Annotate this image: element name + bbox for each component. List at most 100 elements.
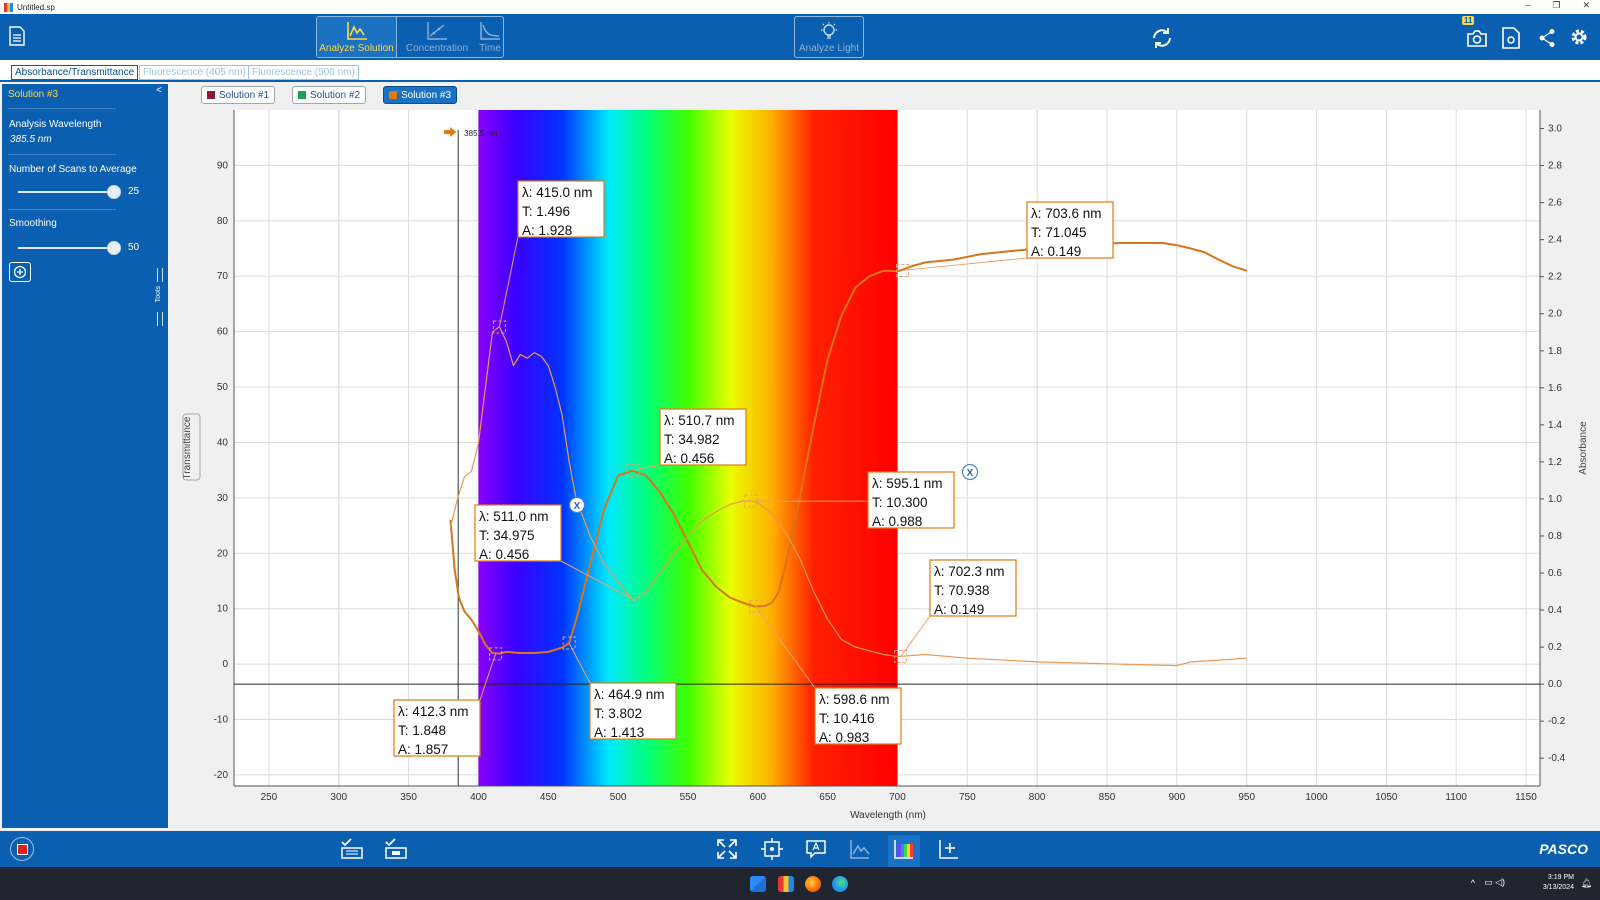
share-icon[interactable]: [1538, 28, 1556, 53]
annotation-point-marker: [489, 647, 503, 661]
fit-to-data-icon[interactable]: [716, 838, 738, 865]
x-tick-label: 1150: [1515, 792, 1537, 803]
record-icon: [16, 843, 28, 855]
annotation-text: T: 10.416: [819, 711, 875, 726]
legend-solution-3[interactable]: Solution #3: [383, 86, 458, 104]
y-right-tick-label: -0.4: [1548, 753, 1566, 764]
minimize-button[interactable]: –: [1525, 0, 1530, 11]
firefox-icon[interactable]: [805, 876, 821, 892]
legend-swatch: [389, 91, 397, 99]
x-tick-label: 1050: [1375, 792, 1398, 803]
annotation-text: T: 1.848: [398, 723, 446, 738]
y-left-tick-label: 70: [217, 271, 229, 282]
annotation-point-marker: [896, 263, 910, 277]
analyze-solution-button[interactable]: Analyze Solution: [317, 17, 397, 57]
analyze-light-button[interactable]: Analyze Light: [795, 17, 863, 57]
annotation-text: T: 34.975: [479, 528, 535, 543]
x-tick-label: 250: [261, 792, 278, 803]
export-document-icon[interactable]: [1502, 27, 1520, 54]
x-tick-label: 350: [400, 792, 417, 803]
y-right-tick-label: 1.0: [1548, 494, 1562, 505]
annotation-point-marker: [626, 593, 640, 607]
annotation-text: T: 34.982: [664, 432, 720, 447]
legend-label: Solution #1: [219, 89, 270, 101]
legend-solution-1[interactable]: Solution #1: [201, 86, 276, 104]
grid: [234, 110, 1540, 786]
series-line: [449, 326, 1247, 667]
annotation-layer: λ: 415.0 nm T: 1.496 A: 1.928 λ: 703.6 nm T:…: [393, 180, 1114, 757]
notification-bell-icon[interactable]: 🔔︎: [1581, 878, 1592, 889]
y-axis-right-label: Absorbance: [1578, 421, 1589, 475]
plot-area: [234, 110, 1540, 786]
scans-slider-thumb[interactable]: [107, 185, 121, 199]
legend-label: Solution #3: [401, 89, 452, 101]
add-coordinate-icon[interactable]: [937, 838, 959, 865]
spectrometry-app-icon[interactable]: [778, 876, 794, 892]
smoothing-slider-track[interactable]: [18, 247, 114, 249]
annotation-text: T: 71.045: [1031, 225, 1087, 240]
x-tick-label: 900: [1168, 792, 1185, 803]
annotation-text: λ: 511.0 nm: [479, 509, 549, 524]
series-layer: [449, 242, 1247, 667]
keep-sample-icon[interactable]: [340, 838, 364, 865]
camera-icon[interactable]: [1466, 28, 1488, 53]
spectrum-chart[interactable]: 250 300 350 400 450 500 550 600 650 700 750 800 850 9…: [0, 0, 1600, 830]
record-button[interactable]: [10, 837, 34, 861]
y-left-tick-label: -20: [214, 770, 229, 781]
annotation-text: A: 0.456: [664, 451, 714, 466]
y-right-tick-label: 3.0: [1548, 124, 1562, 135]
sync-icon[interactable]: [1150, 26, 1174, 55]
tab-fluorescence-405[interactable]: Fluorescence (405 nm): [139, 65, 250, 80]
concentration-button[interactable]: Concentration: [397, 17, 477, 57]
snapshot-count-badge: 11: [1462, 16, 1475, 25]
tab-fluorescence-500[interactable]: Fluorescence (500 nm): [248, 65, 359, 80]
tools-grip-bottom[interactable]: [157, 312, 163, 326]
tool-button[interactable]: [9, 262, 31, 282]
tab-absorbance-transmittance[interactable]: Absorbance/Transmittance: [11, 65, 139, 80]
y-axis-left-label-frame[interactable]: [182, 413, 201, 481]
time-button[interactable]: Time: [477, 17, 503, 57]
y-left-tick-label: 80: [217, 216, 229, 227]
annotation-leader: [755, 606, 816, 689]
y-left-tick-label: 40: [217, 437, 229, 448]
curve-fit-icon[interactable]: [849, 838, 871, 865]
x-tick-label: 400: [470, 792, 487, 803]
os-taskbar: ^ ▭ ◁) 3:19 PM 3/13/2024 🔔︎: [0, 867, 1600, 900]
annotation-box: [929, 559, 1017, 617]
document-icon[interactable]: [9, 26, 27, 48]
annotation-point-marker: [626, 463, 640, 477]
spectrum-overlay-icon[interactable]: [888, 835, 920, 868]
gear-icon[interactable]: [1569, 27, 1589, 52]
x-tick-label: 500: [610, 792, 627, 803]
smoothing-slider-thumb[interactable]: [107, 241, 121, 255]
network-volume-icon[interactable]: ▭ ◁): [1484, 877, 1505, 888]
select-region-icon[interactable]: [761, 838, 783, 865]
start-icon[interactable]: [750, 876, 766, 892]
tools-label[interactable]: Tools: [155, 286, 162, 302]
tray-chevron-icon[interactable]: ^: [1471, 878, 1475, 888]
annotation-box: [659, 408, 747, 466]
clock[interactable]: 3:19 PM 3/13/2024: [1543, 873, 1574, 893]
time-label: Time: [479, 43, 501, 54]
annotation-leader: [479, 653, 497, 701]
divider: [8, 108, 116, 109]
keep-all-icon[interactable]: [384, 838, 408, 865]
edge-icon[interactable]: [832, 876, 848, 892]
y-right-tick-label: 0.8: [1548, 531, 1562, 542]
annotation-text: A: 0.983: [819, 730, 869, 745]
legend-swatch: [207, 91, 215, 99]
collapse-sidebar-button[interactable]: <: [156, 85, 162, 96]
close-window-button[interactable]: ✕: [1582, 0, 1590, 11]
annotation-box: [393, 699, 481, 757]
tools-grip-top[interactable]: [157, 268, 163, 282]
y-right-tick-label: 0.4: [1548, 605, 1562, 616]
scans-value: 25: [128, 186, 140, 197]
restore-button[interactable]: ❐: [1552, 0, 1560, 11]
legend-solution-2[interactable]: Solution #2: [292, 86, 367, 104]
y-left-tick-label: 90: [217, 160, 229, 171]
y-left-tick-label: 30: [217, 493, 229, 504]
smoothing-value: 50: [128, 242, 140, 253]
scans-slider-track[interactable]: [18, 191, 114, 193]
annotation-text: λ: 510.7 nm: [664, 413, 735, 428]
annotation-icon[interactable]: [805, 838, 827, 865]
